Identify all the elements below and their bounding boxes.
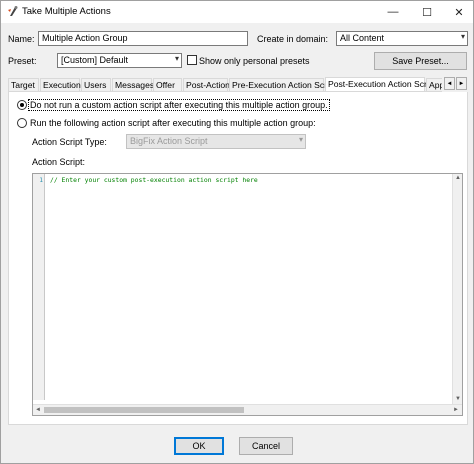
tab-post-action[interactable]: Post-Action — [183, 78, 230, 91]
show-personal-presets-checkbox[interactable] — [187, 55, 197, 65]
tab-scroll-left-button[interactable]: ◄ — [444, 77, 455, 90]
minimize-button[interactable]: — — [377, 1, 409, 23]
arrow-left-icon: ◄ — [446, 80, 453, 87]
no-custom-script-label[interactable]: Do not run a custom action script after … — [28, 99, 330, 111]
arrow-right-icon: ► — [458, 80, 465, 87]
line-number-gutter: 1 — [33, 174, 45, 400]
name-label: Name: — [8, 34, 35, 44]
tab-users[interactable]: Users — [81, 78, 111, 91]
tab-scroll-right-button[interactable]: ► — [456, 77, 467, 90]
app-icon — [8, 6, 18, 16]
preset-select[interactable]: [Custom] Default ▾ — [57, 53, 182, 68]
scroll-left-icon[interactable]: ◄ — [35, 407, 41, 413]
tab-execution[interactable]: Execution — [40, 78, 81, 91]
script-type-value: BigFix Action Script — [130, 136, 208, 146]
window-title: Take Multiple Actions — [22, 6, 111, 17]
no-custom-script-radio[interactable] — [17, 100, 27, 110]
run-script-radio[interactable] — [17, 118, 27, 128]
tab-target[interactable]: Target — [8, 78, 39, 91]
close-icon: ✕ — [454, 6, 464, 19]
chevron-down-icon: ▾ — [460, 32, 465, 41]
vertical-scrollbar[interactable]: ▲ ▼ — [452, 174, 462, 405]
run-script-label[interactable]: Run the following action script after ex… — [30, 118, 316, 128]
domain-select[interactable]: All Content ▾ — [336, 31, 468, 46]
script-code-line: // Enter your custom post-execution acti… — [50, 176, 258, 184]
name-input[interactable]: Multiple Action Group — [38, 31, 248, 46]
post-execution-script-panel: Do not run a custom action script after … — [8, 92, 468, 425]
preset-select-value: [Custom] Default — [61, 55, 129, 65]
preset-label: Preset: — [8, 56, 37, 66]
show-personal-presets-label: Show only personal presets — [199, 56, 310, 66]
ok-button[interactable]: OK — [174, 437, 224, 455]
tab-applicability[interactable]: Appl — [426, 78, 442, 91]
close-button[interactable]: ✕ — [443, 1, 474, 23]
scroll-up-icon[interactable]: ▲ — [455, 175, 461, 181]
title-bar: Take Multiple Actions — ☐ ✕ — [1, 1, 473, 23]
horizontal-scrollbar[interactable]: ◄ ► — [33, 404, 462, 415]
cancel-button[interactable]: Cancel — [239, 437, 293, 455]
tab-post-execution-action-script[interactable]: Post-Execution Action Script — [325, 77, 436, 91]
chevron-down-icon: ▾ — [174, 54, 179, 63]
chevron-down-icon: ▾ — [298, 135, 303, 144]
tab-offer[interactable]: Offer — [153, 78, 182, 91]
script-type-label: Action Script Type: — [32, 137, 107, 147]
tab-strip: Target Execution Users Messages Offer Po… — [8, 77, 442, 92]
script-type-select[interactable]: BigFix Action Script ▾ — [126, 134, 306, 149]
scroll-right-icon[interactable]: ► — [453, 407, 459, 413]
tab-messages[interactable]: Messages — [112, 78, 154, 91]
action-script-label: Action Script: — [32, 157, 86, 167]
horizontal-scroll-thumb[interactable] — [44, 407, 244, 413]
maximize-button[interactable]: ☐ — [411, 1, 443, 23]
domain-label: Create in domain: — [257, 34, 329, 44]
line-number: 1 — [39, 177, 43, 184]
scroll-down-icon[interactable]: ▼ — [455, 396, 461, 402]
take-multiple-actions-dialog: Take Multiple Actions — ☐ ✕ Name: Multip… — [0, 0, 474, 464]
maximize-icon: ☐ — [422, 6, 432, 19]
tab-pre-execution-action-script[interactable]: Pre-Execution Action Script — [229, 78, 336, 91]
minimize-icon: — — [387, 6, 399, 18]
save-preset-button[interactable]: Save Preset... — [374, 52, 467, 70]
domain-select-value: All Content — [340, 33, 385, 43]
action-script-editor[interactable]: 1 // Enter your custom post-execution ac… — [32, 173, 463, 416]
